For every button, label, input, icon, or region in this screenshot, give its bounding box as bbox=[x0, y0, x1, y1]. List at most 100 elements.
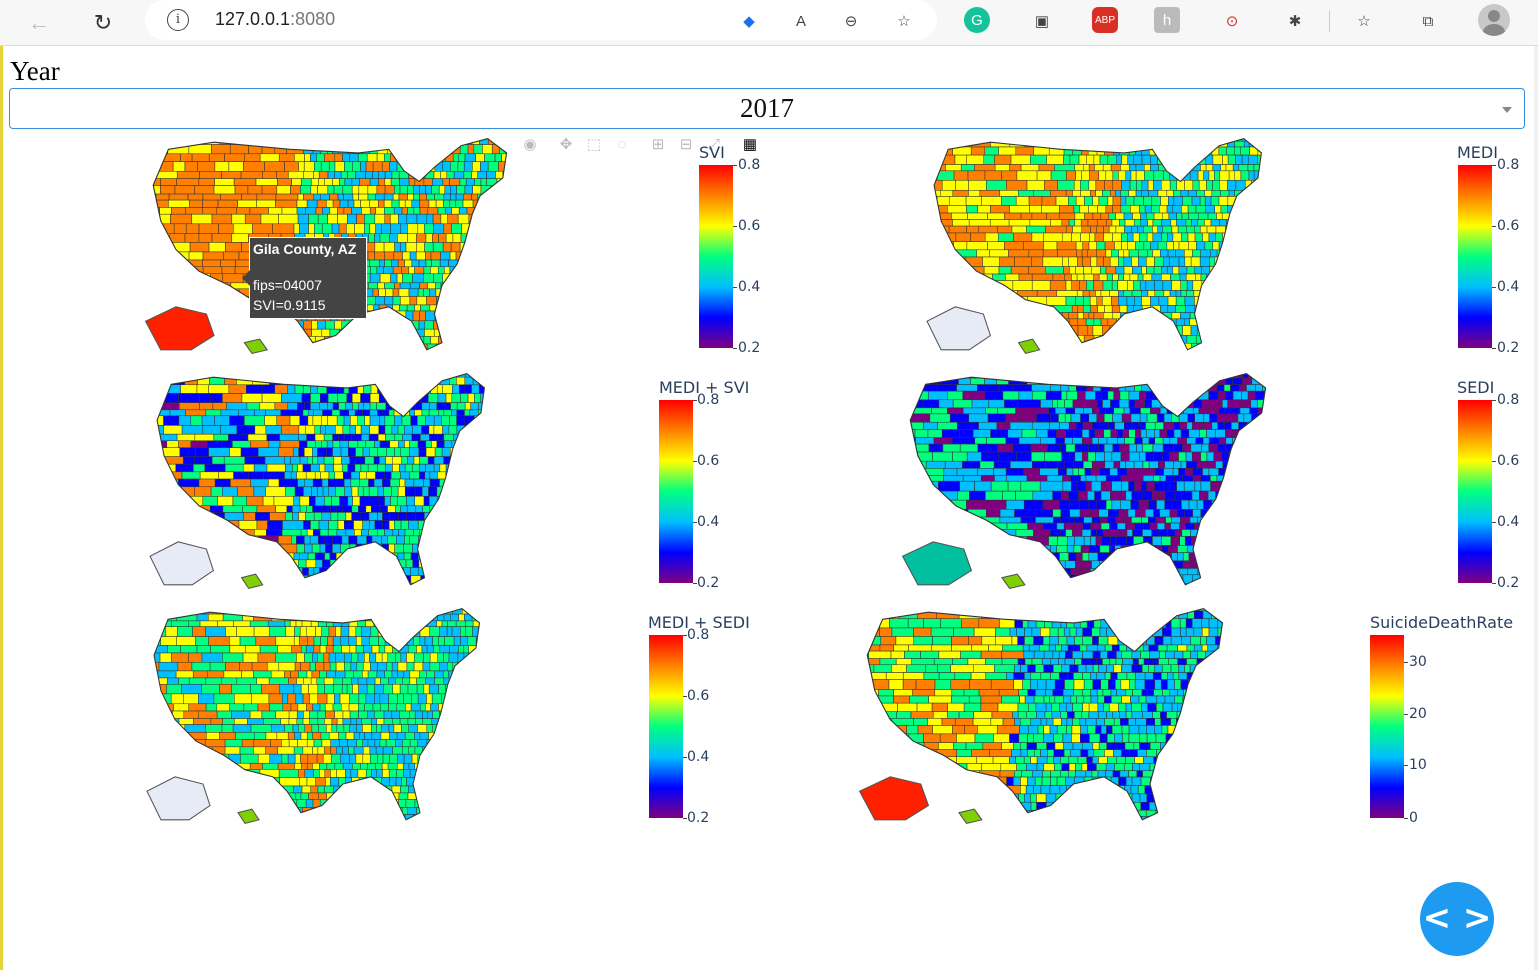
colorbar-tick-label: 0.2 bbox=[738, 340, 761, 356]
colorbar-tick-label: 0.6 bbox=[1497, 453, 1520, 469]
code-toggle-button[interactable]: < > bbox=[1420, 882, 1494, 956]
toolbar-separator bbox=[1329, 10, 1330, 32]
colorbar-title-suicide: SuicideDeathRate bbox=[1370, 613, 1514, 632]
colorbar-tick-label: 0.6 bbox=[697, 453, 720, 469]
box-select-icon[interactable]: ⬚ bbox=[584, 135, 604, 155]
adblock-icon[interactable]: ABP bbox=[1092, 7, 1118, 33]
colorbar-tick-label: 0.2 bbox=[1497, 340, 1520, 356]
colorbar-medi-sedi bbox=[649, 635, 683, 818]
zoom-out-plot-icon[interactable]: ⊟ bbox=[676, 135, 696, 155]
colorbar-medi-svi bbox=[659, 400, 693, 583]
colorbar-tick-label: 0.4 bbox=[738, 279, 761, 295]
browser-toolbar: ← ↻ i 127.0.0.1:8080 ◆ A ⊖ ☆ G ▣ ABP h ⊙… bbox=[0, 0, 1538, 46]
url-text: 127.0.0.1:8080 bbox=[215, 9, 335, 30]
alaska-shape bbox=[144, 306, 215, 351]
colorbar-tick-mark bbox=[733, 348, 737, 349]
colorbar-tick-mark bbox=[683, 757, 687, 758]
tooltip-svi: SVI=0.9115 bbox=[253, 297, 326, 313]
zoom-in-icon[interactable]: ⊞ bbox=[648, 135, 668, 155]
colorbar-tick-mark bbox=[1404, 713, 1408, 715]
plotly-logo-icon[interactable]: ▦ bbox=[740, 135, 760, 155]
colorbar-tick-mark bbox=[1404, 818, 1408, 819]
colorbar-tick-label: 0.2 bbox=[687, 810, 710, 826]
year-dropdown[interactable]: 2017 bbox=[9, 88, 1525, 129]
extensions-puzzle-icon[interactable]: ✱ bbox=[1281, 7, 1309, 35]
favorite-add-icon[interactable]: ☆ bbox=[890, 7, 918, 35]
back-arrow-icon[interactable]: ← bbox=[22, 6, 56, 40]
chevron-down-icon[interactable] bbox=[1502, 107, 1512, 113]
hawaii-shape bbox=[958, 808, 983, 825]
tooltip-arrow bbox=[242, 270, 250, 286]
choropleth-map-suicide[interactable] bbox=[852, 605, 1234, 827]
colorbar-title-svi: SVI bbox=[699, 143, 725, 162]
choropleth-map-medi[interactable] bbox=[920, 135, 1272, 357]
reload-icon[interactable]: ↻ bbox=[86, 6, 120, 40]
extension-camera-icon[interactable]: ▣ bbox=[1028, 7, 1056, 35]
tag-icon[interactable]: ◆ bbox=[735, 7, 763, 35]
pan-icon[interactable]: ✥ bbox=[556, 135, 576, 155]
favorites-icon[interactable]: ☆ bbox=[1350, 7, 1378, 35]
colorbar-tick-mark bbox=[1404, 764, 1408, 766]
colorbar-tick-label: 0.4 bbox=[1497, 514, 1520, 530]
colorbar-tick-mark bbox=[733, 287, 737, 288]
read-aloud-icon[interactable]: A bbox=[787, 7, 815, 35]
colorbar-medi bbox=[1458, 165, 1492, 348]
site-info-icon[interactable]: i bbox=[167, 9, 189, 31]
colorbar-tick-label: 0 bbox=[1409, 810, 1418, 826]
colorbar-tick-mark bbox=[683, 696, 687, 697]
alaska-shape bbox=[149, 541, 215, 586]
colorbar-tick-mark bbox=[693, 583, 697, 584]
colorbar-tick-label: 0.6 bbox=[687, 688, 710, 704]
hawaii-shape bbox=[1001, 573, 1026, 590]
colorbar-tick-mark bbox=[1492, 583, 1496, 584]
colorbar-tick-mark bbox=[733, 226, 737, 227]
colorbar-tick-mark bbox=[1492, 287, 1496, 288]
colorbar-tick-label: 0.8 bbox=[697, 392, 720, 408]
hawaii-shape bbox=[1017, 338, 1041, 355]
colorbar-tick-mark bbox=[683, 818, 687, 819]
colorbar-tick-mark bbox=[1492, 522, 1496, 523]
hawaii-shape bbox=[240, 573, 264, 590]
alaska-shape bbox=[901, 541, 973, 586]
extension-h-icon[interactable]: h bbox=[1154, 7, 1180, 33]
zoom-out-icon[interactable]: ⊖ bbox=[837, 7, 865, 35]
alaska-shape bbox=[146, 776, 211, 821]
colorbar-tick-mark bbox=[693, 522, 697, 523]
colorbar-tick-label: 0.8 bbox=[1497, 392, 1520, 408]
lock-extension-icon[interactable]: ⊙ bbox=[1218, 7, 1246, 35]
alaska-shape bbox=[858, 776, 930, 821]
colorbar-tick-label: 0.8 bbox=[738, 157, 761, 173]
choropleth-map-medi-sedi[interactable] bbox=[140, 605, 490, 827]
colorbar-tick-label: 0.8 bbox=[687, 627, 710, 643]
colorbar-title-sedi: SEDI bbox=[1457, 378, 1495, 397]
colorbar-tick-mark bbox=[733, 165, 737, 166]
year-selected-value: 2017 bbox=[740, 93, 794, 123]
colorbar-title-medi: MEDI bbox=[1457, 143, 1498, 162]
year-label: Year bbox=[10, 56, 60, 86]
url-port: :8080 bbox=[290, 9, 336, 29]
address-bar[interactable]: i 127.0.0.1:8080 ◆ A ⊖ ☆ bbox=[145, 0, 937, 40]
colorbar-tick-mark bbox=[1492, 461, 1496, 462]
colorbar-suicide bbox=[1370, 635, 1404, 818]
colorbar-svi bbox=[699, 165, 733, 348]
colorbar-sedi bbox=[1458, 400, 1492, 583]
hawaii-shape bbox=[237, 808, 260, 825]
colorbar-tick-label: 10 bbox=[1409, 756, 1427, 773]
grammarly-icon[interactable]: G bbox=[964, 7, 990, 33]
colorbar-tick-label: 0.2 bbox=[1497, 575, 1520, 591]
lasso-icon[interactable]: ◌ bbox=[612, 135, 632, 155]
colorbar-tick-label: 0.8 bbox=[1497, 157, 1520, 173]
colorbar-tick-mark bbox=[1492, 400, 1496, 401]
camera-icon[interactable]: ◉ bbox=[520, 135, 540, 155]
choropleth-map-sedi[interactable] bbox=[895, 370, 1277, 592]
tooltip-fips: fips=04007 bbox=[253, 277, 322, 293]
url-host: 127.0.0.1 bbox=[215, 9, 291, 29]
page-scrollbar[interactable] bbox=[1534, 46, 1538, 970]
alaska-shape bbox=[926, 306, 992, 351]
collections-icon[interactable]: ⧉ bbox=[1414, 7, 1442, 35]
colorbar-tick-label: 0.6 bbox=[738, 218, 761, 234]
profile-avatar[interactable] bbox=[1478, 4, 1510, 36]
colorbar-tick-label: 0.4 bbox=[1497, 279, 1520, 295]
choropleth-map-medi-svi[interactable] bbox=[143, 370, 495, 592]
colorbar-tick-label: 0.6 bbox=[1497, 218, 1520, 234]
